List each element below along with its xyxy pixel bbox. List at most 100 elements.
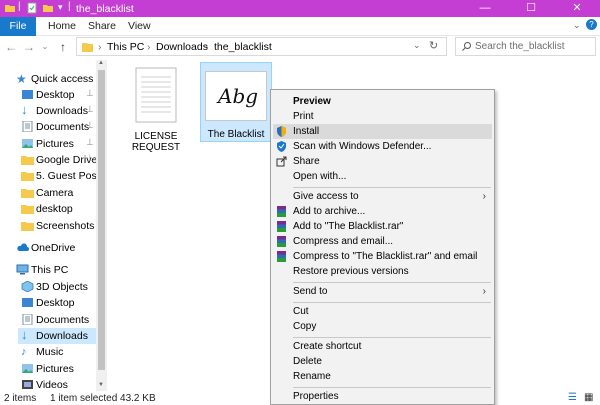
close-icon: ✕ bbox=[572, 2, 582, 14]
menu-item-properties[interactable]: Properties bbox=[273, 389, 492, 404]
properties-icon[interactable] bbox=[26, 2, 38, 14]
scrollbar-thumb[interactable] bbox=[98, 70, 105, 370]
recent-locations-chevron-icon[interactable]: ⌄ bbox=[38, 39, 52, 55]
maximize-button[interactable]: ☐ bbox=[508, 0, 554, 17]
menu-item-scan-defender[interactable]: Scan with Windows Defender... bbox=[273, 139, 492, 154]
menu-item-print[interactable]: Print bbox=[273, 109, 492, 124]
item-count: 2 items bbox=[4, 393, 37, 404]
menu-item-create-shortcut[interactable]: Create shortcut bbox=[273, 339, 492, 354]
menu-item-add-to-rar[interactable]: Add to "The Blacklist.rar" bbox=[273, 219, 492, 234]
computer-icon bbox=[16, 264, 29, 275]
navigation-bar: ← → ⌄ ↑ › This PC › Downloads › the_blac… bbox=[0, 36, 600, 58]
customize-quick-access-icon[interactable]: ▾ bbox=[58, 2, 63, 13]
refresh-icon[interactable]: ↻ bbox=[429, 39, 438, 52]
text-document-icon bbox=[135, 67, 177, 123]
help-icon[interactable]: ? bbox=[586, 19, 597, 30]
file-item-the-blacklist[interactable]: Abg The Blacklist bbox=[200, 62, 272, 142]
menu-item-copy[interactable]: Copy bbox=[273, 319, 492, 334]
menu-item-compress-rar-email[interactable]: Compress to "The Blacklist.rar" and emai… bbox=[273, 249, 492, 264]
search-box[interactable]: Search the_blacklist bbox=[455, 37, 596, 56]
defender-icon bbox=[277, 141, 286, 152]
sidebar-item-label: Downloads bbox=[36, 330, 88, 342]
desktop-folder-icon bbox=[22, 298, 33, 307]
menu-item-label: Print bbox=[293, 111, 314, 122]
sidebar-item-this-pc[interactable]: This PC bbox=[16, 262, 96, 278]
menu-item-cut[interactable]: Cut bbox=[273, 304, 492, 319]
menu-item-label: Share bbox=[293, 156, 320, 167]
menu-item-send-to[interactable]: Send to › bbox=[273, 284, 492, 299]
details-view-icon[interactable]: ☰ bbox=[568, 392, 577, 403]
breadcrumb-the-blacklist[interactable]: the_blacklist bbox=[214, 41, 272, 53]
download-arrow-icon: ↓ bbox=[21, 103, 28, 117]
sidebar-item-desktop-pc[interactable]: Desktop bbox=[21, 295, 97, 311]
maximize-icon: ☐ bbox=[526, 2, 536, 14]
up-arrow-icon[interactable]: ↑ bbox=[56, 39, 70, 55]
forward-arrow-icon[interactable]: → bbox=[22, 39, 36, 55]
menu-item-add-to-archive[interactable]: Add to archive... bbox=[273, 204, 492, 219]
tab-file[interactable]: File bbox=[0, 17, 36, 36]
file-name: LICENSE bbox=[134, 131, 178, 142]
menu-item-compress-email[interactable]: Compress and email... bbox=[273, 234, 492, 249]
breadcrumb-this-pc[interactable]: This PC bbox=[107, 41, 144, 53]
sidebar-item-camera[interactable]: Camera bbox=[21, 185, 97, 201]
sidebar-item-label: Camera bbox=[36, 187, 74, 199]
menu-item-label: Copy bbox=[293, 321, 317, 332]
close-button[interactable]: ✕ bbox=[554, 0, 600, 17]
menu-item-preview[interactable]: Preview bbox=[273, 94, 492, 109]
sidebar-item-label: Pictures bbox=[36, 363, 74, 375]
breadcrumb-downloads[interactable]: Downloads bbox=[156, 41, 208, 53]
menu-item-delete[interactable]: Delete bbox=[273, 354, 492, 369]
address-dropdown-icon[interactable]: ⌄ bbox=[413, 40, 421, 51]
address-bar[interactable]: › This PC › Downloads › the_blacklist ⌄ … bbox=[76, 37, 447, 56]
menu-item-label: Create shortcut bbox=[293, 341, 362, 352]
large-icons-view-icon[interactable]: ▦ bbox=[584, 392, 593, 403]
menu-item-open-with[interactable]: Open with... bbox=[273, 169, 492, 184]
tab-share[interactable]: Share bbox=[88, 17, 116, 36]
folder-icon bbox=[21, 205, 34, 214]
separator-bar: | bbox=[68, 1, 71, 12]
sidebar-item-guest-post[interactable]: 5. Guest Post- Gl bbox=[21, 168, 96, 184]
scroll-up-icon[interactable]: ▲ bbox=[98, 60, 104, 66]
sidebar-item-onedrive[interactable]: OneDrive bbox=[16, 240, 96, 256]
menu-item-label: Give access to bbox=[293, 191, 359, 202]
scroll-down-icon[interactable]: ▼ bbox=[98, 382, 104, 388]
menu-item-install[interactable]: Install bbox=[273, 124, 492, 139]
folder-icon bbox=[21, 189, 34, 198]
tab-view[interactable]: View bbox=[128, 17, 151, 36]
sidebar-item-pictures-pc[interactable]: Pictures bbox=[21, 361, 97, 377]
sidebar-item-3d-objects[interactable]: 3D Objects bbox=[21, 279, 97, 295]
menu-item-give-access[interactable]: Give access to › bbox=[273, 189, 492, 204]
sidebar-item-label: Documents bbox=[36, 121, 90, 133]
folder-icon bbox=[5, 5, 15, 12]
menu-item-label: Restore previous versions bbox=[293, 266, 409, 277]
sidebar-item-screenshots[interactable]: Screenshots bbox=[21, 218, 97, 234]
back-arrow-icon[interactable]: ← bbox=[4, 39, 18, 55]
submenu-arrow-icon: › bbox=[482, 191, 486, 202]
ribbon-tabs: File Home Share View ⌄ ? bbox=[0, 17, 600, 36]
3d-objects-icon bbox=[21, 281, 34, 292]
documents-folder-icon bbox=[22, 121, 33, 132]
file-item-license-request[interactable]: LICENSE REQUEST bbox=[120, 64, 192, 154]
sidebar-item-quick-access[interactable]: ★ Quick access bbox=[16, 71, 96, 87]
expand-ribbon-icon[interactable]: ⌄ bbox=[573, 20, 581, 31]
pin-icon: ⊥ bbox=[86, 153, 94, 163]
tab-home[interactable]: Home bbox=[48, 17, 76, 36]
folder-icon bbox=[21, 172, 34, 181]
sidebar-item-music[interactable]: ♪ Music bbox=[21, 344, 97, 360]
sidebar-scrollbar[interactable]: ▲ ▼ bbox=[96, 60, 107, 391]
new-folder-icon[interactable] bbox=[42, 2, 54, 14]
menu-separator bbox=[293, 187, 491, 188]
font-file-icon: Abg bbox=[205, 71, 267, 121]
menu-item-share[interactable]: Share bbox=[273, 154, 492, 169]
menu-item-rename[interactable]: Rename bbox=[273, 369, 492, 384]
minimize-button[interactable]: — bbox=[462, 0, 508, 17]
title-bar: | ▾ | the_blacklist — ☐ ✕ bbox=[0, 0, 600, 17]
menu-item-restore-versions[interactable]: Restore previous versions bbox=[273, 264, 492, 279]
sidebar-item-documents-pc[interactable]: Documents bbox=[21, 312, 97, 328]
folder-icon bbox=[21, 156, 34, 165]
winrar-icon bbox=[277, 251, 286, 262]
sidebar-item-desktop-folder[interactable]: desktop bbox=[21, 201, 97, 217]
font-preview-text: Abg bbox=[218, 84, 259, 108]
sidebar-item-downloads-pc[interactable]: ↓ Downloads bbox=[18, 328, 104, 344]
cloud-icon bbox=[17, 243, 29, 251]
